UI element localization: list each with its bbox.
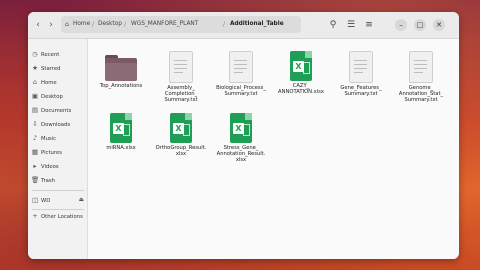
spreadsheet-icon: X <box>230 113 252 143</box>
sidebar-item-videos[interactable]: ▸ Videos <box>31 160 87 172</box>
minimize-button[interactable]: – <box>395 19 407 31</box>
maximize-button[interactable]: □ <box>414 19 426 31</box>
sidebar-item-label: Other Locations <box>41 214 83 220</box>
file-name: Gene_Features_ Summary.txt <box>340 85 382 98</box>
file-grid: Top_Annotations Assembly_ Completion_ Su… <box>88 39 459 259</box>
view-list-icon[interactable]: ☰ <box>344 17 358 33</box>
file-item-spreadsheet[interactable]: X CAZY_ ANNOTATION.xlsx <box>274 51 328 95</box>
sidebar-item-recent[interactable]: ◷ Recent <box>31 48 87 60</box>
breadcrumb-current[interactable]: Additional_Table <box>230 16 284 33</box>
file-name: Stress_Gene_ Annotation_Result. xlsx <box>216 145 266 164</box>
file-name: Genome_ Annotation_Stat_ Summary.txt <box>398 85 444 104</box>
spreadsheet-icon: X <box>110 113 132 143</box>
file-name: Biological_Process_ Summary.txt <box>216 85 266 98</box>
file-item-spreadsheet[interactable]: X miRNA.xlsx <box>94 113 148 151</box>
sidebar: ◷ Recent ★ Starred ⌂ Home ▣ Desktop ▤ Documen… <box>28 39 88 259</box>
path-bar: ⌂ Home / Desktop / WGS_MANFORE_PLANT / A… <box>61 16 301 33</box>
sidebar-item-downloads[interactable]: ⇩ Downloads <box>31 118 87 130</box>
file-item-spreadsheet[interactable]: X OrthoGroup_Result. xlsx <box>154 113 208 157</box>
video-icon: ▸ <box>33 162 37 170</box>
breadcrumb-separator: / <box>223 21 226 28</box>
sidebar-item-home[interactable]: ⌂ Home <box>31 76 87 88</box>
text-file-icon <box>349 51 373 83</box>
sidebar-item-trash[interactable]: 🗑 Trash <box>31 174 87 186</box>
desktop-icon: ▣ <box>31 92 39 100</box>
header-bar: ‹ › ⌂ Home / Desktop / WGS_MANFORE_PLANT… <box>28 12 459 39</box>
file-name: miRNA.xlsx <box>106 145 136 151</box>
back-button[interactable]: ‹ <box>32 18 44 32</box>
file-item-spreadsheet[interactable]: X Stress_Gene_ Annotation_Result. xlsx <box>214 113 268 164</box>
close-button[interactable]: ✕ <box>433 19 445 31</box>
sidebar-item-label: WD <box>41 198 51 204</box>
sidebar-item-label: Desktop <box>41 94 63 100</box>
star-icon: ★ <box>32 64 38 72</box>
file-name: Assembly_ Completion_ Summary.txt <box>164 85 198 104</box>
home-icon: ⌂ <box>65 21 69 28</box>
text-file-icon <box>409 51 433 83</box>
download-icon: ⇩ <box>32 120 38 128</box>
trash-icon: 🗑 <box>31 176 40 184</box>
sidebar-item-other-locations[interactable]: + Other Locations <box>31 210 87 222</box>
file-name: OrthoGroup_Result. xlsx <box>155 145 207 158</box>
spreadsheet-icon: X <box>290 51 312 81</box>
spreadsheet-icon: X <box>170 113 192 143</box>
folder-icon <box>105 55 137 81</box>
breadcrumb-project[interactable]: WGS_MANFORE_PLANT <box>131 16 198 33</box>
file-item-text[interactable]: Assembly_ Completion_ Summary.txt <box>154 51 208 104</box>
sidebar-divider <box>32 190 84 191</box>
plus-icon: + <box>32 212 38 220</box>
sidebar-item-label: Home <box>41 80 57 86</box>
text-file-icon <box>169 51 193 83</box>
menu-icon[interactable]: ≡ <box>362 17 376 33</box>
file-item-text[interactable]: Biological_Process_ Summary.txt <box>214 51 268 97</box>
breadcrumb-home[interactable]: Home <box>73 16 90 33</box>
sidebar-item-pictures[interactable]: ▦ Pictures <box>31 146 87 158</box>
sidebar-item-drive-wd[interactable]: ◫ WD ⏏ <box>31 194 87 206</box>
drive-icon: ◫ <box>31 196 39 204</box>
music-icon: ♪ <box>32 134 38 142</box>
sidebar-item-music[interactable]: ♪ Music <box>31 132 87 144</box>
clock-icon: ◷ <box>32 50 38 58</box>
file-item-folder[interactable]: Top_Annotations <box>94 51 148 89</box>
picture-icon: ▦ <box>31 148 39 156</box>
file-name: Top_Annotations <box>99 83 143 89</box>
sidebar-item-label: Downloads <box>41 122 71 128</box>
file-item-text[interactable]: Genome_ Annotation_Stat_ Summary.txt <box>394 51 448 104</box>
sidebar-item-label: Videos <box>41 164 59 170</box>
breadcrumb-desktop[interactable]: Desktop <box>98 16 122 33</box>
sidebar-item-label: Starred <box>41 66 61 72</box>
file-item-text[interactable]: Gene_Features_ Summary.txt <box>334 51 388 97</box>
text-file-icon <box>229 51 253 83</box>
file-manager-window: ‹ › ⌂ Home / Desktop / WGS_MANFORE_PLANT… <box>28 12 459 259</box>
sidebar-item-label: Documents <box>41 108 72 114</box>
sidebar-item-label: Music <box>41 136 57 142</box>
eject-icon[interactable]: ⏏ <box>79 194 84 206</box>
sidebar-item-label: Recent <box>41 52 60 58</box>
forward-button[interactable]: › <box>45 18 57 32</box>
search-icon[interactable]: ⚲ <box>326 17 340 33</box>
sidebar-item-label: Pictures <box>41 150 62 156</box>
sidebar-item-documents[interactable]: ▤ Documents <box>31 104 87 116</box>
breadcrumb-separator: / <box>124 21 127 28</box>
breadcrumb-separator: / <box>92 21 95 28</box>
sidebar-item-desktop[interactable]: ▣ Desktop <box>31 90 87 102</box>
sidebar-item-label: Trash <box>41 178 55 184</box>
sidebar-item-starred[interactable]: ★ Starred <box>31 62 87 74</box>
file-name: CAZY_ ANNOTATION.xlsx <box>278 83 324 96</box>
document-icon: ▤ <box>31 106 39 114</box>
home-icon: ⌂ <box>32 78 38 86</box>
